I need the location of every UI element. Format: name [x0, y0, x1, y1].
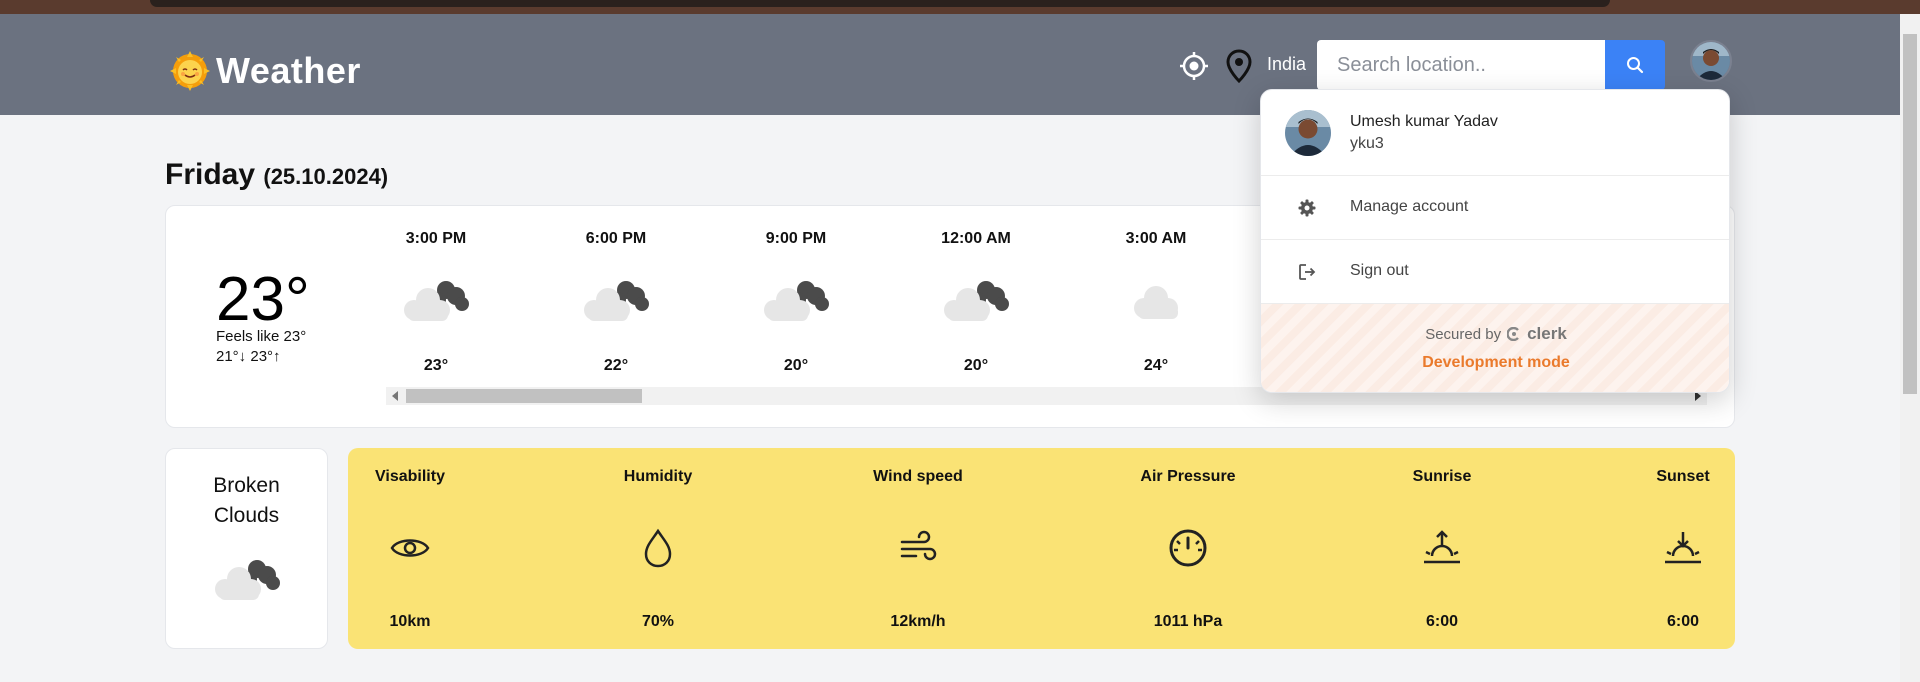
hour-item: 3:00 AM 24° [1106, 226, 1206, 375]
stat-value: 10km [389, 613, 431, 630]
wind-icon [900, 530, 937, 561]
stat-value: 12km/h [890, 613, 946, 630]
day-name: Friday [165, 158, 256, 191]
stat-label: Air Pressure [1140, 468, 1236, 485]
hour-temp: 22° [603, 357, 629, 374]
user-avatar-button[interactable] [1690, 40, 1732, 82]
condition-line: Broken [213, 474, 280, 497]
manage-account-label: Manage account [1350, 198, 1469, 215]
development-mode-label: Development mode [1422, 354, 1570, 371]
weather-stats-card: Visability 10km Humidity 70% Wind speed … [348, 448, 1735, 649]
search-location-input[interactable] [1317, 40, 1605, 90]
feels-like: Feels like 23° [216, 328, 307, 345]
map-pin-icon [1226, 49, 1252, 83]
avatar [1692, 42, 1730, 80]
secured-by: Secured by clerk [1261, 324, 1729, 344]
stat-label: Sunrise [1412, 468, 1472, 485]
avatar [1285, 110, 1331, 156]
page-scrollbar[interactable] [1900, 14, 1920, 682]
scrollbar-thumb[interactable] [406, 389, 642, 403]
search-button[interactable] [1605, 40, 1665, 90]
app-title: Weather [216, 50, 361, 91]
stat-label: Humidity [623, 468, 693, 485]
stat-label: Visability [375, 468, 445, 485]
droplet-icon [644, 528, 672, 568]
broken-clouds-icon [404, 281, 469, 321]
broken-clouds-icon [764, 281, 829, 321]
clerk-brand: clerk [1527, 324, 1567, 343]
user-full-name: Umesh kumar Yadav [1350, 113, 1498, 130]
user-menu-popover: Umesh kumar Yadav yku3 Manage account Si… [1260, 89, 1730, 393]
condition-label: Broken Clouds [166, 471, 327, 531]
sign-out-button[interactable]: Sign out [1261, 240, 1729, 304]
hour-temp: 24° [1143, 357, 1169, 374]
day-heading: Friday (25.10.2024) [165, 158, 388, 192]
clerk-logo-icon [1507, 327, 1519, 341]
hour-item: 6:00 PM 22° [566, 226, 666, 375]
stat-sunrise: Sunrise 6:00 [1362, 468, 1522, 631]
logo[interactable]: Weather [170, 50, 361, 92]
hour-time: 3:00 AM [1125, 230, 1187, 247]
stat-label: Wind speed [873, 468, 963, 485]
country-label: India [1267, 54, 1307, 74]
hour-time: 3:00 PM [405, 230, 467, 247]
hour-temp: 20° [963, 357, 989, 374]
current-location-button[interactable] [1177, 49, 1211, 83]
broken-clouds-icon [944, 281, 1009, 321]
sun-logo-icon [170, 51, 210, 91]
eye-icon [390, 539, 430, 557]
user-username: yku3 [1350, 135, 1384, 152]
sign-out-icon [1299, 264, 1316, 280]
page-scrollbar-thumb[interactable] [1903, 34, 1917, 394]
hour-temp: 23° [423, 357, 449, 374]
stat-wind: Wind speed 12km/h [838, 468, 998, 631]
gauge-icon [1169, 529, 1207, 567]
current-temperature: 23° [216, 265, 310, 334]
hour-time: 6:00 PM [585, 230, 647, 247]
gear-icon [1298, 199, 1316, 217]
crosshair-icon [1180, 52, 1208, 80]
scroll-left-arrow[interactable] [392, 391, 398, 401]
stat-value: 6:00 [1666, 613, 1700, 630]
sunset-icon [1665, 532, 1701, 564]
day-date: (25.10.2024) [263, 164, 389, 189]
browser-top-strip-inner [150, 0, 1610, 7]
condition-line: Clouds [213, 504, 280, 527]
min-max-temperature: 21°↓ 23°↑ [216, 348, 281, 365]
manage-account-button[interactable]: Manage account [1261, 176, 1729, 240]
condition-card: Broken Clouds [165, 448, 328, 649]
broken-clouds-icon [584, 281, 649, 321]
cloud-icon [1134, 286, 1178, 319]
stat-sunset: Sunset 6:00 [1603, 468, 1763, 631]
hour-item: 12:00 AM 20° [926, 226, 1026, 375]
stat-visibility: Visability 10km [330, 468, 490, 631]
hour-time: 12:00 AM [941, 230, 1011, 247]
user-info: Umesh kumar Yadav yku3 [1261, 90, 1729, 176]
auth-footer: Secured by clerk Development mode [1261, 304, 1729, 392]
hour-item: 3:00 PM 23° [386, 226, 486, 375]
browser-top-strip [0, 0, 1920, 14]
stat-value: 6:00 [1425, 613, 1459, 630]
search-icon [1627, 57, 1644, 74]
sunrise-icon [1424, 530, 1460, 564]
stat-value: 70% [641, 613, 675, 630]
stat-value: 1011 hPa [1153, 613, 1223, 630]
sign-out-label: Sign out [1350, 262, 1409, 279]
user-photo [1285, 110, 1331, 156]
hour-temp: 20° [783, 357, 809, 374]
hour-time: 9:00 PM [765, 230, 827, 247]
stat-air-pressure: Air Pressure 1011 hPa [1108, 468, 1268, 631]
secured-by-label: Secured by [1425, 325, 1502, 343]
location-pin-button[interactable] [1222, 49, 1256, 83]
hour-item: 9:00 PM 20° [746, 226, 846, 375]
stat-humidity: Humidity 70% [578, 468, 738, 631]
stat-label: Sunset [1656, 468, 1710, 485]
broken-clouds-icon [214, 560, 280, 600]
